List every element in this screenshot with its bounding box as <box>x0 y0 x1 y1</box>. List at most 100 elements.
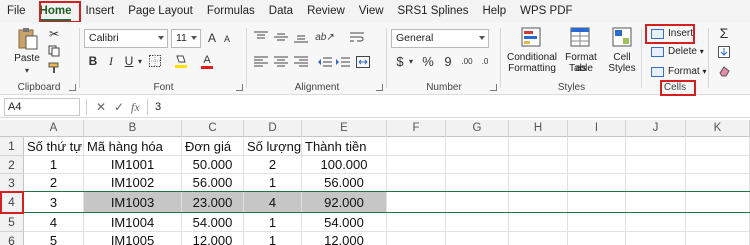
format-as-table-label-2[interactable]: Table <box>559 63 603 74</box>
header-cell[interactable] <box>686 137 750 156</box>
tab-insert[interactable]: Insert <box>78 0 121 22</box>
tab-formulas[interactable]: Formulas <box>200 0 262 22</box>
table-cell[interactable]: 2 <box>24 174 84 192</box>
font-launcher-icon[interactable] <box>236 84 243 91</box>
table-cell[interactable] <box>446 213 509 232</box>
bold-button[interactable]: B <box>86 53 100 69</box>
table-cell[interactable]: 1 <box>24 156 84 174</box>
table-cell[interactable] <box>568 156 626 174</box>
percent-button[interactable]: % <box>421 53 435 69</box>
align-middle-icon[interactable] <box>273 30 289 44</box>
cell-styles-label-2[interactable]: Styles <box>603 63 641 74</box>
table-cell[interactable]: 56.000 <box>182 174 244 192</box>
header-cell[interactable]: Đơn giá <box>182 137 244 156</box>
decrease-font-icon[interactable]: A <box>221 32 233 46</box>
table-cell[interactable] <box>509 213 568 232</box>
alignment-launcher-icon[interactable] <box>376 84 383 91</box>
currency-button[interactable]: $ <box>393 53 407 69</box>
decrease-indent-icon[interactable] <box>317 55 333 69</box>
format-button[interactable]: Format ▾ <box>648 64 706 80</box>
table-cell[interactable] <box>509 174 568 192</box>
column-header-d[interactable]: D <box>244 120 302 137</box>
row-header-3[interactable]: 3 <box>0 174 24 192</box>
table-cell[interactable] <box>686 192 750 213</box>
tab-wps-pdf[interactable]: WPS PDF <box>513 0 579 22</box>
column-header-k[interactable]: K <box>686 120 750 137</box>
fill-icon[interactable] <box>716 44 732 60</box>
align-top-icon[interactable] <box>253 30 269 44</box>
table-cell[interactable]: 12.000 <box>302 232 387 245</box>
table-cell[interactable] <box>387 192 446 213</box>
table-cell[interactable] <box>446 192 509 213</box>
table-cell[interactable]: 92.000 <box>302 192 387 213</box>
paste-dropdown-icon[interactable]: ▾ <box>22 66 32 75</box>
tab-data[interactable]: Data <box>262 0 300 22</box>
table-cell[interactable]: 3 <box>24 192 84 213</box>
table-cell[interactable]: 12.000 <box>182 232 244 245</box>
cancel-icon[interactable]: ✕ <box>96 98 106 116</box>
paste-icon[interactable] <box>16 26 40 52</box>
comma-style-button[interactable]: 9 <box>441 53 455 69</box>
table-cell[interactable] <box>626 213 686 232</box>
table-cell[interactable] <box>387 232 446 245</box>
table-cell[interactable] <box>387 213 446 232</box>
currency-dropdown-icon[interactable]: ▾ <box>407 53 415 69</box>
table-cell[interactable] <box>626 232 686 245</box>
align-bottom-icon[interactable] <box>293 30 309 44</box>
table-cell[interactable]: 4 <box>244 192 302 213</box>
row-header-4[interactable]: 4 <box>0 192 24 213</box>
conditional-formatting-label-2[interactable]: Formatting <box>505 63 559 74</box>
increase-decimal-icon[interactable]: .00 <box>459 53 475 69</box>
header-cell[interactable] <box>568 137 626 156</box>
column-header-a[interactable]: A <box>24 120 84 137</box>
tab-page-layout[interactable]: Page Layout <box>121 0 200 22</box>
row-header-5[interactable]: 5 <box>0 213 24 232</box>
increase-indent-icon[interactable] <box>335 55 351 69</box>
table-cell[interactable] <box>626 156 686 174</box>
table-cell[interactable] <box>626 174 686 192</box>
column-header-h[interactable]: H <box>509 120 568 137</box>
number-format-select[interactable]: General <box>391 29 489 48</box>
table-cell[interactable] <box>509 232 568 245</box>
table-cell[interactable]: 100.000 <box>302 156 387 174</box>
tab-file[interactable]: File <box>0 0 33 22</box>
table-cell[interactable] <box>686 213 750 232</box>
tab-home[interactable]: Home <box>33 0 79 22</box>
align-center-icon[interactable] <box>273 55 289 69</box>
clear-icon[interactable] <box>716 63 732 79</box>
table-cell[interactable]: 4 <box>24 213 84 232</box>
table-cell[interactable] <box>509 192 568 213</box>
table-cell[interactable]: IM1004 <box>84 213 182 232</box>
table-cell[interactable] <box>568 232 626 245</box>
conditional-formatting-label-1[interactable]: Conditional <box>505 52 559 63</box>
column-header-j[interactable]: J <box>626 120 686 137</box>
table-cell[interactable]: 54.000 <box>302 213 387 232</box>
insert-function-icon[interactable]: fx <box>131 98 140 116</box>
wrap-text-icon[interactable] <box>349 30 365 44</box>
row-header-2[interactable]: 2 <box>0 156 24 174</box>
enter-icon[interactable]: ✓ <box>114 98 124 116</box>
header-cell[interactable] <box>387 137 446 156</box>
table-cell[interactable] <box>686 174 750 192</box>
copy-icon[interactable] <box>47 44 61 58</box>
increase-font-icon[interactable]: A <box>206 30 218 46</box>
header-cell[interactable] <box>446 137 509 156</box>
header-cell[interactable]: Số lượng <box>244 137 302 156</box>
table-cell[interactable]: 1 <box>244 213 302 232</box>
align-left-icon[interactable] <box>253 55 269 69</box>
paste-label[interactable]: Paste <box>12 53 42 64</box>
row-header-6[interactable]: 6 <box>0 232 24 245</box>
italic-button[interactable]: I <box>104 53 118 69</box>
table-cell[interactable] <box>446 174 509 192</box>
decrease-decimal-icon[interactable]: .0 <box>477 53 493 69</box>
autosum-icon[interactable]: Σ <box>716 25 732 41</box>
table-cell[interactable] <box>387 174 446 192</box>
table-cell[interactable] <box>446 156 509 174</box>
header-cell[interactable]: Số thứ tự <box>24 137 84 156</box>
delete-button[interactable]: Delete ▾ <box>648 44 706 60</box>
column-header-b[interactable]: B <box>84 120 182 137</box>
table-cell[interactable]: IM1001 <box>84 156 182 174</box>
table-cell[interactable] <box>387 156 446 174</box>
column-header-e[interactable]: E <box>302 120 387 137</box>
table-cell[interactable] <box>568 213 626 232</box>
